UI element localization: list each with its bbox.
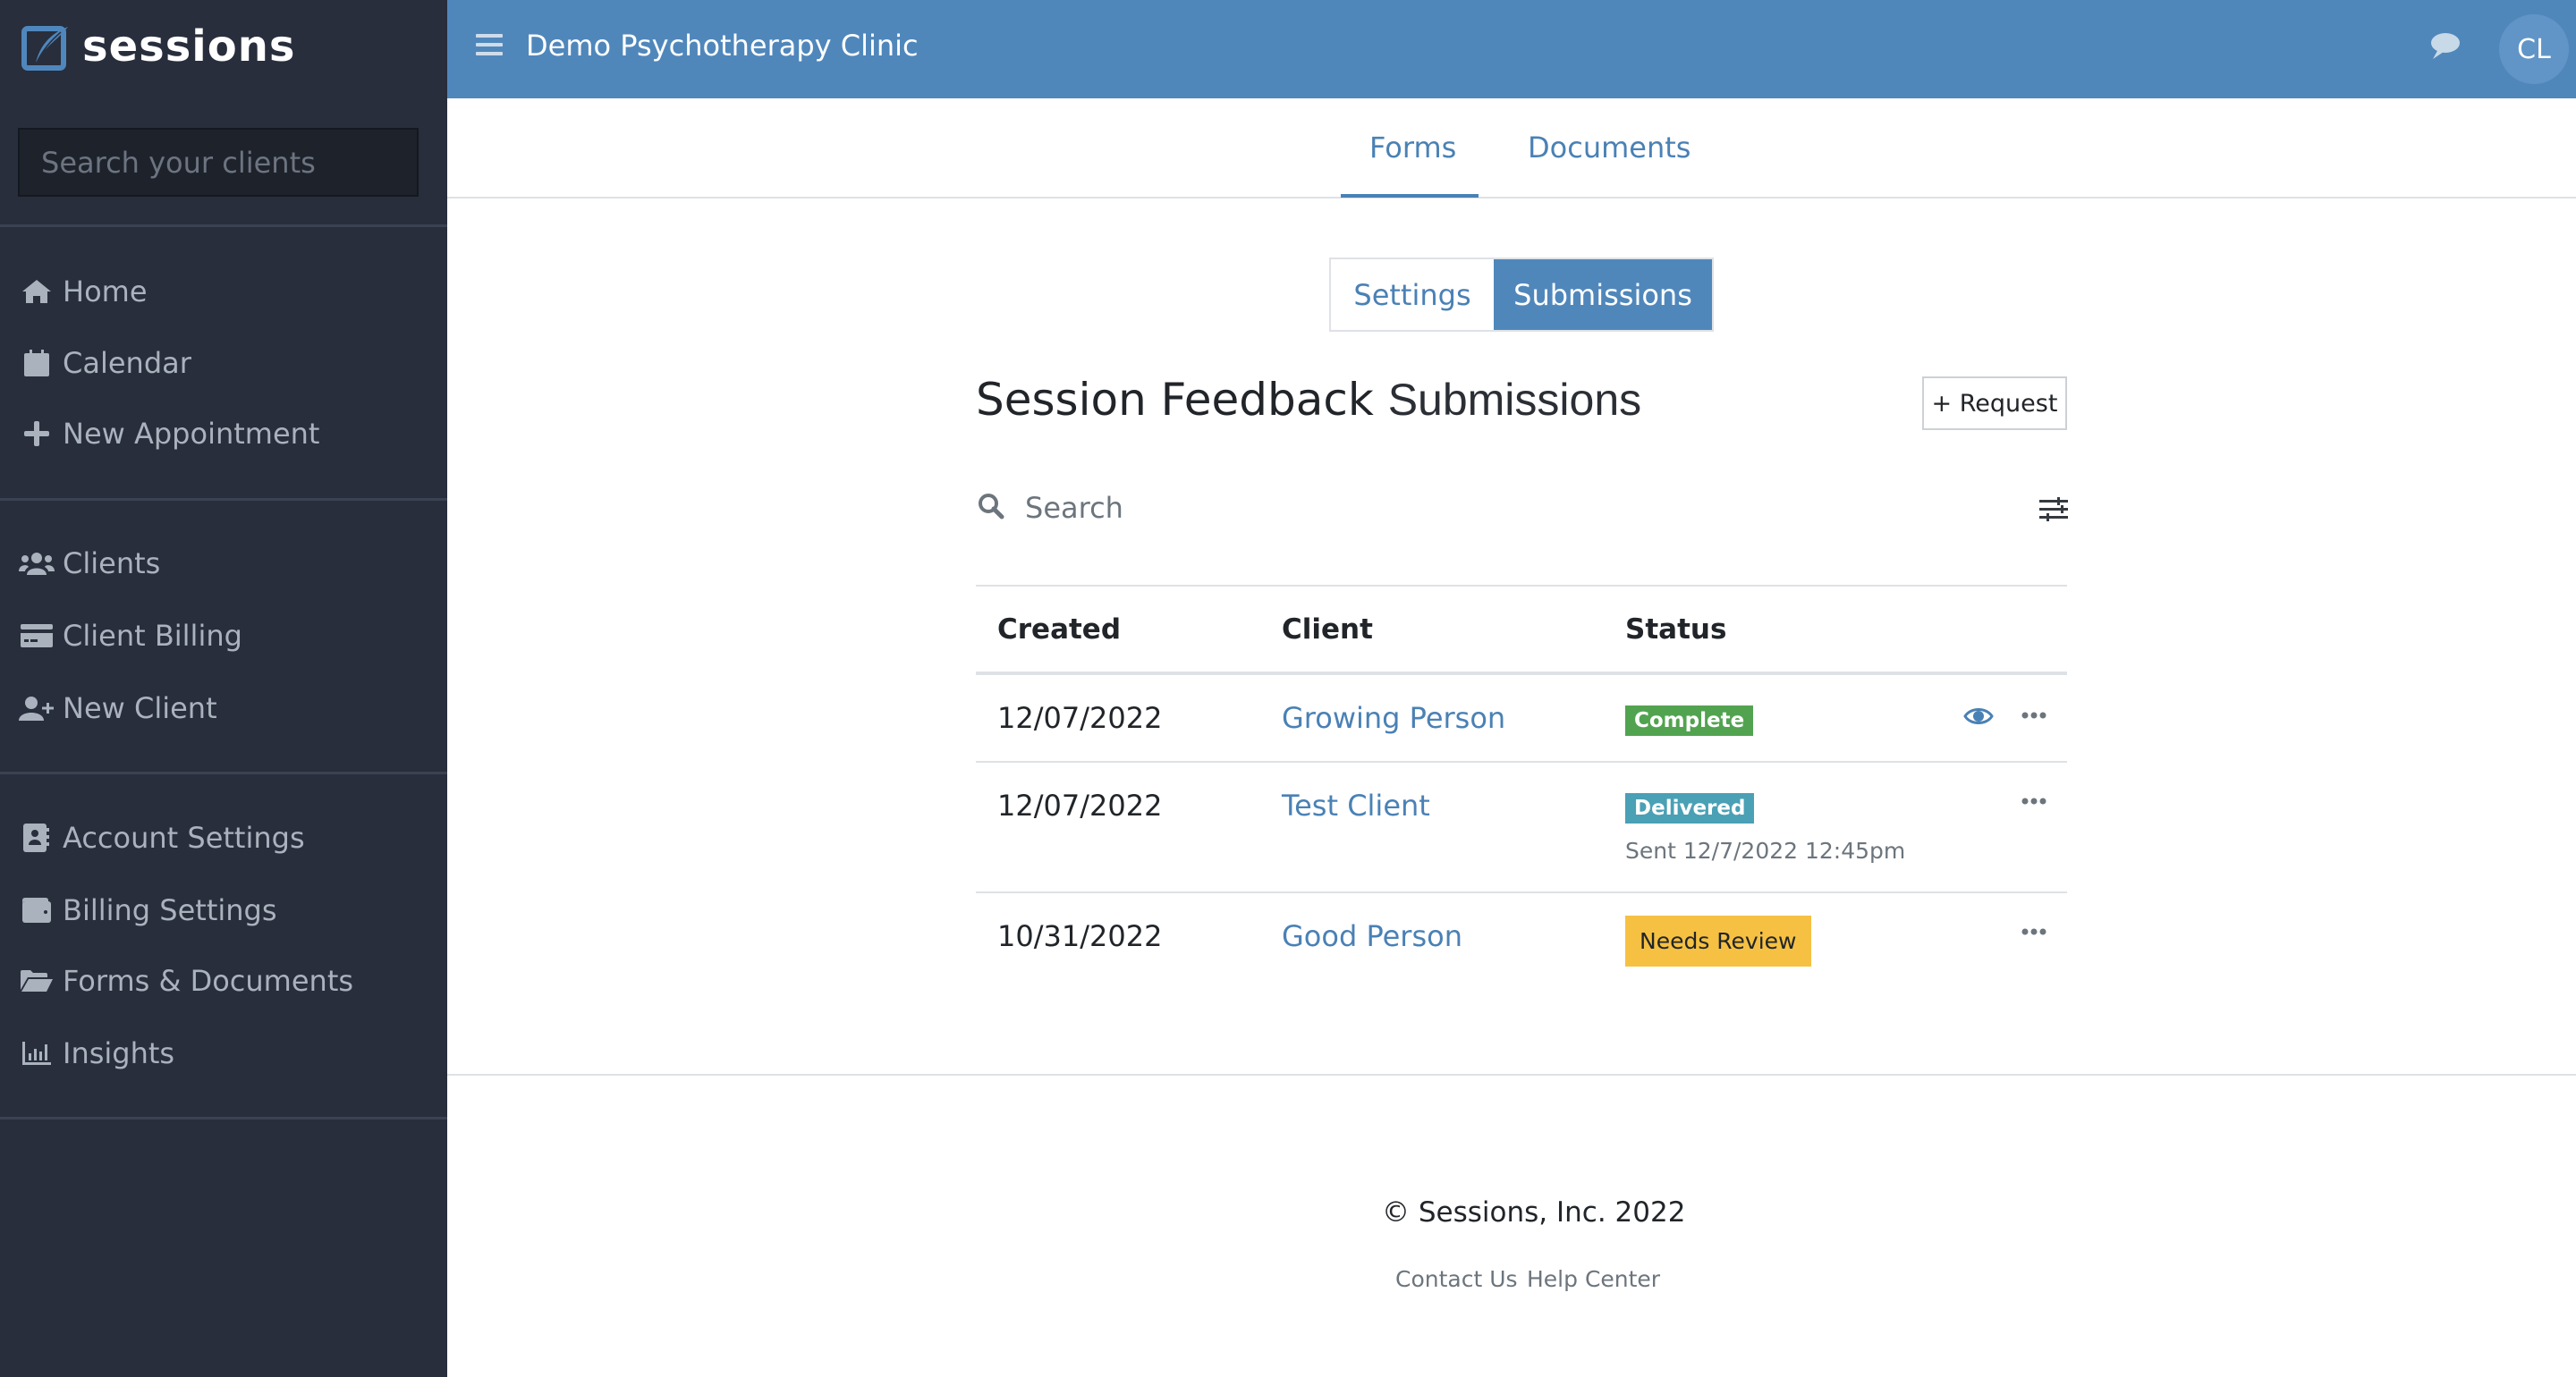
sidebar-divider: [0, 224, 447, 227]
submissions-search-input[interactable]: [1025, 488, 1919, 528]
clinic-name: Demo Psychotherapy Clinic: [526, 29, 919, 63]
search-icon: [979, 494, 1004, 520]
tab-documents[interactable]: Documents: [1528, 131, 1690, 165]
active-tab-indicator: [1341, 194, 1479, 198]
brand-logo[interactable]: sessions: [21, 20, 295, 73]
brand-name: sessions: [82, 21, 296, 72]
sidebar-item-label: Clients: [63, 546, 161, 580]
sidebar-item-label: Billing Settings: [63, 893, 277, 927]
sliders-filter-icon[interactable]: [2039, 497, 2068, 522]
sidebar: sessions Home Calendar New Appointment C…: [0, 0, 447, 1377]
submissions-toggle-button[interactable]: Submissions: [1494, 259, 1712, 330]
client-link[interactable]: Good Person: [1282, 919, 1462, 953]
sent-timestamp: Sent 12/7/2022 12:45pm: [1625, 838, 1906, 864]
created-date: 10/31/2022: [997, 919, 1163, 953]
content-divider: [447, 1074, 2576, 1076]
sidebar-item-billing-settings[interactable]: Billing Settings: [18, 883, 277, 937]
table-top-border: [976, 585, 2067, 587]
title-suffix: Submissions: [1387, 375, 1642, 425]
client-link[interactable]: Test Client: [1282, 789, 1430, 823]
created-date: 12/07/2022: [997, 701, 1163, 735]
wallet-icon: [18, 894, 55, 926]
column-header-client[interactable]: Client: [1282, 613, 1373, 646]
sidebar-divider: [0, 498, 447, 501]
sidebar-divider: [0, 1117, 447, 1119]
status-badge: Delivered: [1625, 793, 1755, 824]
credit-card-icon: [18, 620, 55, 652]
address-book-icon: [18, 822, 55, 854]
settings-toggle-button[interactable]: Settings: [1331, 259, 1494, 330]
help-center-link[interactable]: Help Center: [1527, 1266, 1660, 1292]
user-avatar[interactable]: CL: [2499, 14, 2569, 84]
more-options-icon[interactable]: [2021, 927, 2046, 936]
page-title: Session Feedback Submissions: [976, 374, 1641, 426]
more-options-icon[interactable]: [2021, 711, 2046, 720]
sidebar-item-account-settings[interactable]: Account Settings: [18, 811, 305, 865]
user-plus-icon: [18, 692, 55, 724]
created-date: 12/07/2022: [997, 789, 1163, 823]
comment-icon[interactable]: [2429, 32, 2460, 59]
hamburger-icon[interactable]: [476, 34, 503, 61]
sidebar-item-label: Account Settings: [63, 821, 305, 855]
contact-us-link[interactable]: Contact Us: [1395, 1266, 1518, 1292]
chart-bar-icon: [18, 1037, 55, 1069]
calendar-icon: [18, 347, 55, 379]
plus-icon: [18, 418, 55, 450]
home-icon: [18, 275, 55, 308]
status-badge: Complete: [1625, 705, 1754, 736]
sidebar-item-label: Home: [63, 275, 148, 308]
sidebar-item-label: Calendar: [63, 346, 191, 380]
client-link[interactable]: Growing Person: [1282, 701, 1505, 735]
view-toggle: Settings Submissions: [1329, 258, 1714, 332]
table-header-divider: [976, 672, 2067, 675]
sidebar-item-label: Forms & Documents: [63, 964, 354, 998]
copyright-text: © Sessions, Inc. 2022: [1382, 1196, 1686, 1229]
sidebar-item-new-client[interactable]: New Client: [18, 681, 217, 735]
status-badge: Needs Review: [1625, 916, 1811, 967]
sidebar-item-label: Insights: [63, 1036, 175, 1070]
client-search-input[interactable]: [18, 128, 419, 197]
form-name: Session Feedback: [976, 374, 1374, 426]
sidebar-item-insights[interactable]: Insights: [18, 1026, 174, 1080]
sidebar-item-new-appointment[interactable]: New Appointment: [18, 407, 319, 460]
sidebar-item-home[interactable]: Home: [18, 265, 148, 318]
row-divider: [976, 891, 2067, 893]
sidebar-item-label: Client Billing: [63, 619, 242, 653]
sidebar-item-calendar[interactable]: Calendar: [18, 336, 191, 390]
request-button[interactable]: + Request: [1922, 376, 2067, 430]
tab-bar: [447, 98, 2576, 199]
folder-open-icon: [18, 965, 55, 997]
eye-icon[interactable]: [1963, 705, 1994, 727]
sidebar-divider: [0, 772, 447, 774]
row-divider: [976, 761, 2067, 763]
column-header-created[interactable]: Created: [997, 613, 1121, 646]
users-icon: [18, 547, 55, 579]
more-options-icon[interactable]: [2021, 797, 2046, 806]
sidebar-item-forms-documents[interactable]: Forms & Documents: [18, 954, 353, 1008]
sidebar-item-label: New Appointment: [63, 417, 320, 451]
tab-forms[interactable]: Forms: [1369, 131, 1456, 165]
sidebar-item-client-billing[interactable]: Client Billing: [18, 609, 242, 663]
column-header-status[interactable]: Status: [1625, 613, 1726, 646]
sidebar-item-clients[interactable]: Clients: [18, 536, 160, 590]
quill-checkbox-logo-icon: [21, 26, 68, 71]
sidebar-item-label: New Client: [63, 691, 217, 725]
